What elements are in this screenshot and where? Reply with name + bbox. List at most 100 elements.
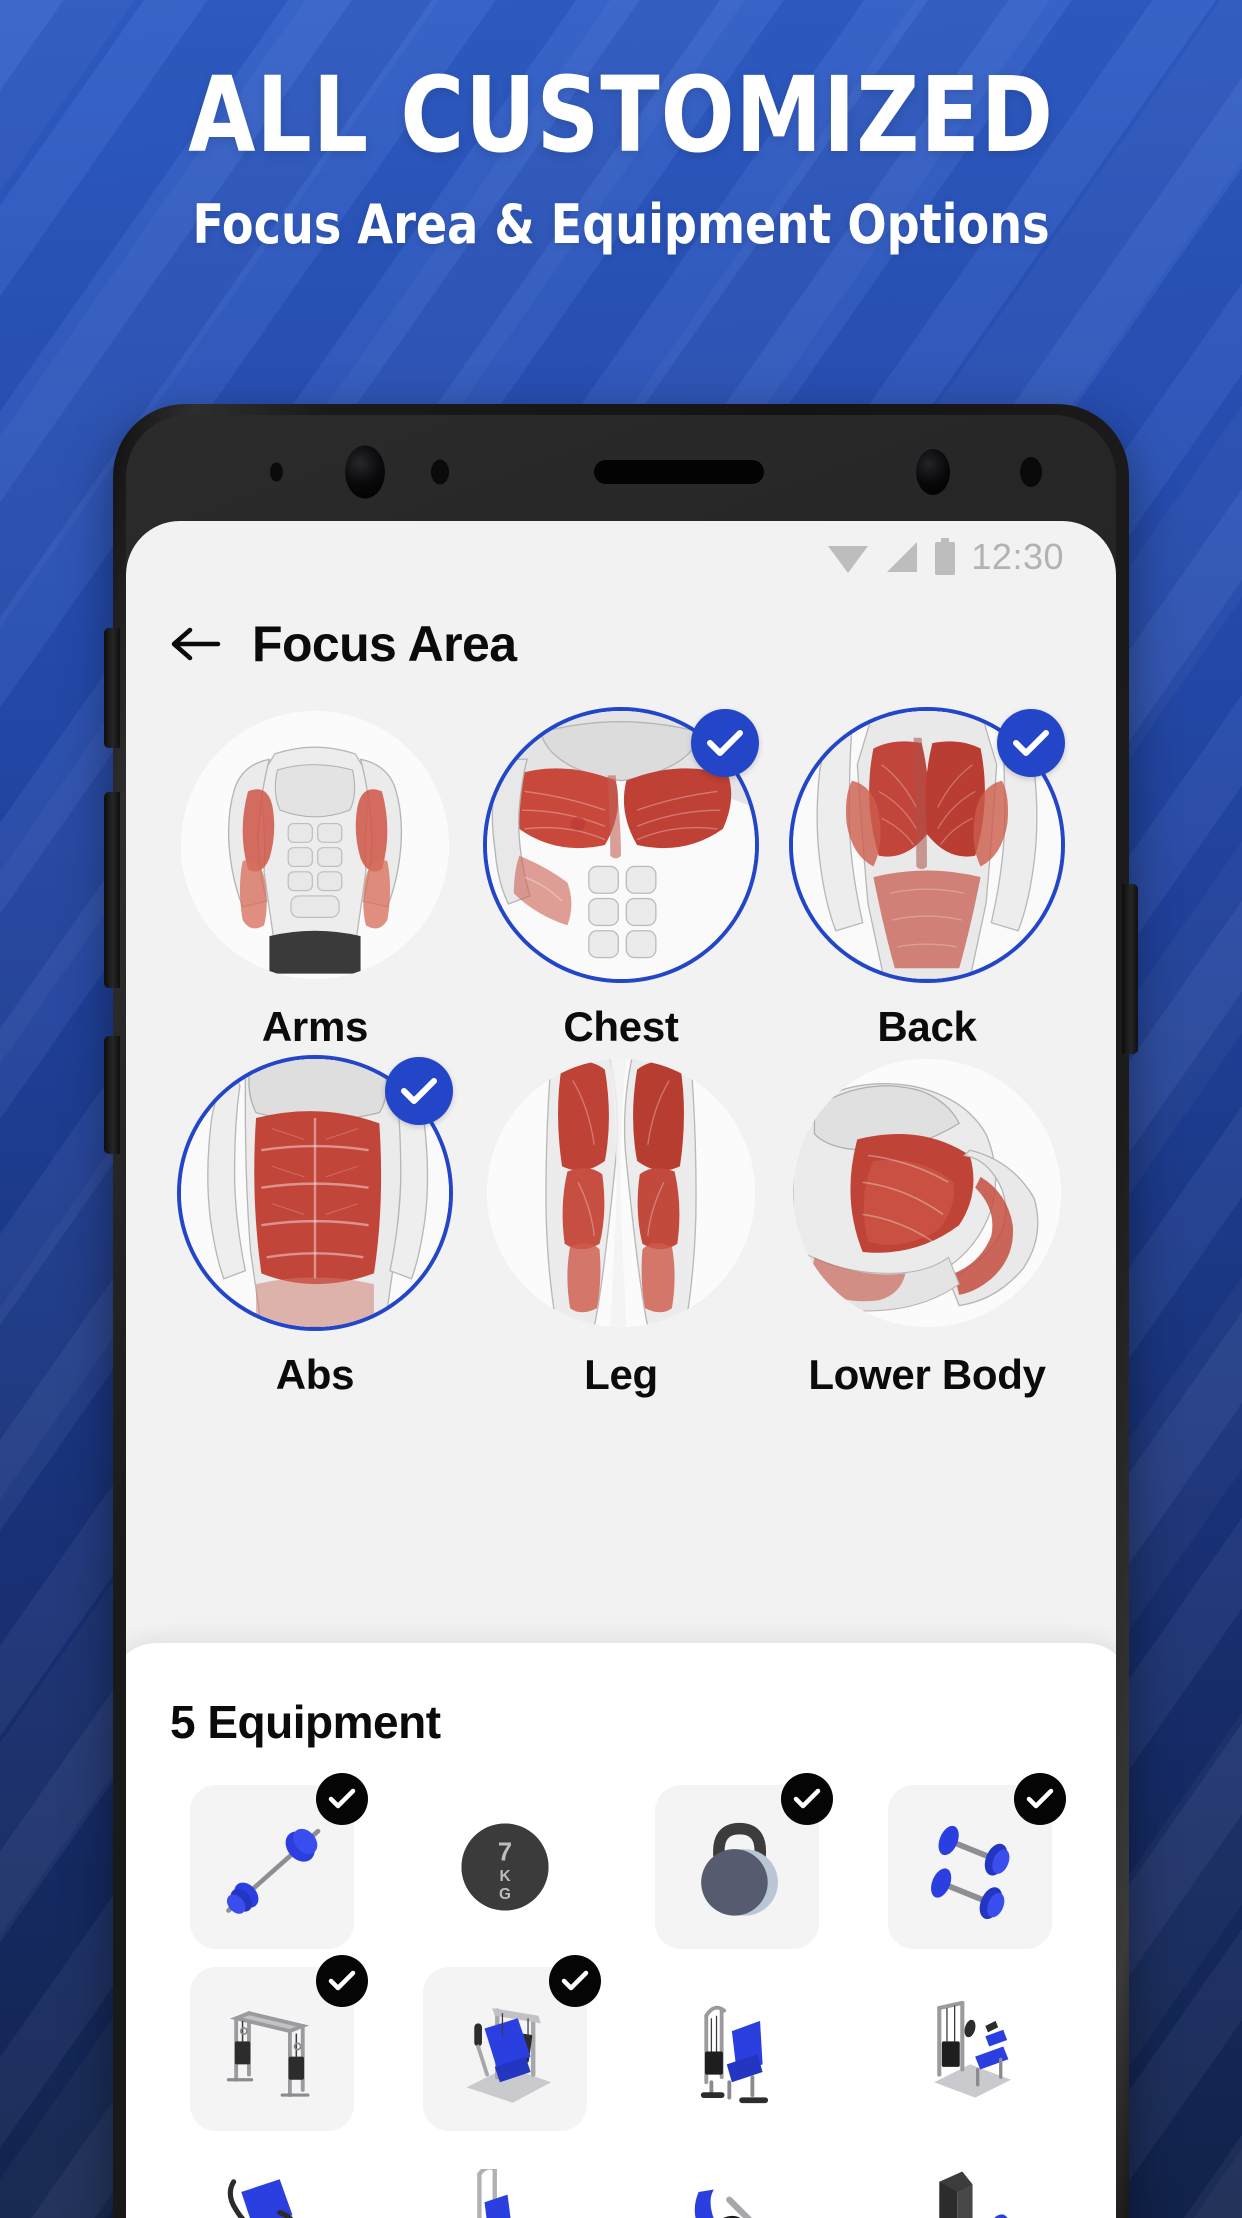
cable-crossover-icon bbox=[227, 2011, 310, 2097]
focus-thumb-wrap bbox=[181, 1057, 453, 1327]
equipment-tile bbox=[655, 1967, 819, 2131]
medicine-ball-icon: 7 K G bbox=[461, 1823, 549, 1911]
equipment-tile bbox=[423, 2151, 587, 2218]
power-rack-icon bbox=[939, 2171, 1010, 2218]
torso-arms-illustration bbox=[181, 711, 449, 979]
wifi-icon bbox=[828, 546, 869, 573]
equipment-check-badge bbox=[1013, 1773, 1066, 1825]
selected-check-badge bbox=[385, 1057, 453, 1125]
arrow-left-icon bbox=[171, 627, 221, 661]
check-icon bbox=[561, 1970, 588, 1991]
page-title: Focus Area bbox=[252, 616, 517, 672]
equipment-check-badge bbox=[316, 1773, 369, 1825]
focus-area-card-chest[interactable]: Chest bbox=[468, 709, 774, 1051]
medicine-ball-unit-g: G bbox=[499, 1886, 511, 1903]
focus-area-card-abs[interactable]: Abs bbox=[162, 1057, 468, 1399]
focus-area-label: Arms bbox=[261, 1003, 369, 1050]
row-machine-icon bbox=[695, 2189, 753, 2218]
lat-pulldown-machine-icon bbox=[933, 2000, 1011, 2098]
equipment-item-barbell[interactable] bbox=[190, 1773, 369, 1949]
sensor-dot-icon bbox=[270, 462, 283, 482]
check-icon bbox=[1026, 1788, 1053, 1809]
phone-inner-frame: 12:30 Focus Area Arms Chest Back Abs Leg… bbox=[126, 415, 1116, 2218]
equipment-item-smith-machine-partial[interactable] bbox=[423, 2151, 587, 2218]
barbell-icon bbox=[226, 1828, 321, 1914]
battery-icon bbox=[935, 538, 956, 575]
equipment-item-dumbbells[interactable] bbox=[887, 1773, 1066, 1949]
status-bar-time: 12:30 bbox=[971, 536, 1064, 577]
seated-press-machine-icon bbox=[701, 2005, 769, 2104]
focus-area-card-lower-body[interactable]: Lower Body bbox=[774, 1059, 1080, 1399]
equipment-grid-partial-row bbox=[126, 2151, 1116, 2218]
lower-body-illustration bbox=[793, 1059, 1061, 1327]
phone-mockup: 12:30 Focus Area Arms Chest Back Abs Leg… bbox=[104, 404, 1138, 2218]
equipment-tile bbox=[655, 2151, 819, 2218]
equipment-tile bbox=[888, 1967, 1052, 2131]
legs-illustration bbox=[487, 1059, 755, 1327]
phone-bezel bbox=[126, 415, 1116, 529]
equipment-tile bbox=[190, 2151, 354, 2218]
medicine-ball-weight: 7 bbox=[498, 1839, 512, 1867]
equipment-tile bbox=[888, 2151, 1052, 2218]
check-icon bbox=[707, 730, 743, 756]
equipment-item-kettlebell[interactable] bbox=[655, 1773, 834, 1949]
focus-thumb-wrap bbox=[793, 1059, 1061, 1327]
focus-area-card-leg[interactable]: Leg bbox=[468, 1059, 774, 1399]
front-camera-secondary-icon bbox=[916, 449, 950, 495]
focus-thumb-wrap bbox=[487, 709, 759, 979]
front-camera-icon bbox=[345, 445, 385, 499]
equipment-item-seated-press-machine[interactable] bbox=[655, 1967, 819, 2131]
focus-area-label: Lower Body bbox=[808, 1351, 1046, 1398]
proximity-sensor-icon bbox=[431, 459, 449, 485]
focus-area-label: Abs bbox=[275, 1351, 355, 1398]
phone-power-button[interactable] bbox=[1122, 884, 1138, 1054]
equipment-item-lat-pulldown-machine[interactable] bbox=[888, 1967, 1052, 2131]
signal-icon bbox=[887, 542, 918, 572]
promo-headline: ALL CUSTOMIZED bbox=[188, 54, 1054, 176]
focus-thumb-lower-body bbox=[793, 1059, 1061, 1327]
equipment-item-row-machine-partial[interactable] bbox=[655, 2151, 819, 2218]
selected-check-badge bbox=[997, 709, 1065, 777]
app-header: Focus Area bbox=[126, 593, 1116, 673]
back-button[interactable] bbox=[168, 616, 224, 672]
leg-press-machine-icon bbox=[466, 2008, 551, 2103]
dumbbells-icon bbox=[930, 1825, 1010, 1920]
equipment-item-rack-partial[interactable] bbox=[888, 2151, 1052, 2218]
equipment-check-badge bbox=[316, 1955, 369, 2007]
equipment-grid: 7 K G bbox=[126, 1773, 1116, 2131]
equipment-tile: 7 K G bbox=[423, 1785, 587, 1949]
check-icon bbox=[401, 1078, 437, 1104]
focus-thumb-wrap bbox=[487, 1059, 755, 1327]
selected-check-badge bbox=[691, 709, 759, 777]
check-icon bbox=[1013, 730, 1049, 756]
phone-side-button-bottom[interactable] bbox=[104, 1036, 120, 1154]
promo-text-block: ALL CUSTOMIZED Focus Area & Equipment Op… bbox=[0, 0, 1242, 254]
focus-area-grid: Arms Chest Back Abs Leg Lower Body bbox=[126, 709, 1116, 1399]
equipment-sheet: 5 Equipment 7 K G bbox=[126, 1643, 1116, 2218]
focus-thumb-leg bbox=[487, 1059, 755, 1327]
focus-area-card-arms[interactable]: Arms bbox=[162, 711, 468, 1051]
focus-thumb-wrap bbox=[793, 709, 1065, 979]
smith-machine-icon bbox=[476, 2169, 511, 2218]
bench-press-icon bbox=[228, 2179, 294, 2218]
phone-side-button-top[interactable] bbox=[104, 628, 120, 748]
focus-area-label: Leg bbox=[584, 1351, 658, 1398]
equipment-check-badge bbox=[548, 1955, 601, 2007]
focus-area-label: Back bbox=[877, 1003, 977, 1050]
focus-area-label: Chest bbox=[563, 1003, 679, 1050]
focus-thumb-arms bbox=[181, 711, 449, 979]
equipment-item-bench-press-partial[interactable] bbox=[190, 2151, 354, 2218]
focus-area-card-back[interactable]: Back bbox=[774, 709, 1080, 1051]
equipment-section-title: 5 Equipment bbox=[170, 1696, 441, 1748]
kettlebell-icon bbox=[701, 1822, 779, 1916]
phone-volume-button[interactable] bbox=[104, 792, 120, 988]
phone-screen: 12:30 Focus Area Arms Chest Back Abs Leg… bbox=[126, 521, 1116, 2218]
promo-subheadline: Focus Area & Equipment Options bbox=[192, 193, 1050, 256]
earpiece-speaker-icon bbox=[594, 460, 764, 484]
equipment-item-leg-press-machine[interactable] bbox=[422, 1955, 601, 2131]
equipment-item-cable-crossover[interactable] bbox=[190, 1955, 369, 2131]
check-icon bbox=[329, 1970, 356, 1991]
focus-thumb-wrap bbox=[181, 711, 449, 979]
equipment-item-medicine-ball[interactable]: 7 K G bbox=[423, 1785, 587, 1949]
status-bar: 12:30 bbox=[126, 521, 1116, 593]
